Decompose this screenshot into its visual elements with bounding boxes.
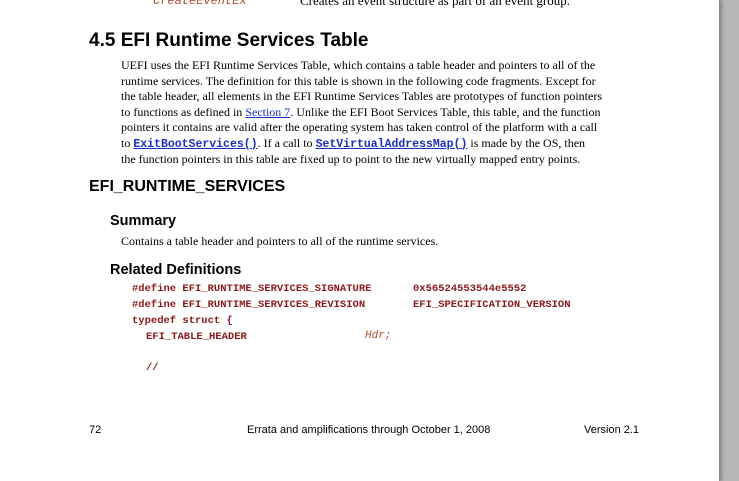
exit-boot-services-link[interactable]: ExitBootServices() bbox=[133, 138, 257, 151]
section-paragraph: UEFI uses the EFI Runtime Services Table… bbox=[121, 58, 641, 168]
code-comment: // bbox=[146, 362, 159, 374]
code-field-type: EFI_TABLE_HEADER bbox=[146, 331, 247, 343]
paragraph-text: is made by the OS, then bbox=[467, 135, 586, 150]
paragraph-text: to functions as defined in bbox=[121, 104, 246, 119]
paragraph-line: to ExitBootServices(). If a call to SetV… bbox=[121, 136, 641, 153]
api-heading: EFI_RUNTIME_SERVICES bbox=[89, 178, 286, 195]
footer-version: Version 2.1 bbox=[584, 424, 640, 436]
paragraph-line: to functions as defined in Section 7. Un… bbox=[121, 105, 641, 121]
section-heading: 4.5 EFI Runtime Services Table bbox=[89, 30, 369, 51]
code-revision-value: EFI_SPECIFICATION_VERSION bbox=[413, 299, 571, 311]
paragraph-text: to bbox=[121, 135, 134, 150]
table-cell-description: Creates an event structure as part of an… bbox=[300, 0, 571, 8]
paragraph-line: pointers it contains are valid after the… bbox=[121, 120, 598, 134]
page-number: 72 bbox=[89, 424, 102, 436]
code-define-signature: #define EFI_RUNTIME_SERVICES_SIGNATURE bbox=[132, 283, 372, 295]
paragraph-line: the table header, all elements in the EF… bbox=[121, 89, 602, 103]
code-signature-value: 0x56524553544e5552 bbox=[413, 283, 527, 295]
footer-center-text: Errata and amplifications through Octobe… bbox=[247, 424, 491, 436]
paragraph-text: . Unlike the EFI Boot Services Table, th… bbox=[290, 104, 601, 119]
summary-text: Contains a table header and pointers to … bbox=[121, 234, 439, 248]
related-definitions-heading: Related Definitions bbox=[110, 262, 242, 278]
paragraph-line: UEFI uses the EFI Runtime Services Table… bbox=[121, 58, 596, 72]
paragraph-text: . If a call to bbox=[257, 135, 316, 150]
paragraph-line: runtime services. The definition for thi… bbox=[121, 73, 596, 88]
section-7-link[interactable]: Section 7 bbox=[245, 105, 290, 119]
paragraph-line: the function pointers in this table are … bbox=[121, 152, 581, 166]
code-typedef: typedef struct { bbox=[132, 315, 233, 327]
table-cell-function-name: CreateEventEx bbox=[153, 0, 247, 8]
summary-heading: Summary bbox=[110, 213, 177, 229]
document-page: CreateEventEx Creates an event structure… bbox=[0, 0, 720, 481]
set-virtual-address-map-link[interactable]: SetVirtualAddressMap() bbox=[316, 138, 468, 151]
code-field-name: Hdr; bbox=[365, 330, 392, 342]
code-define-revision: #define EFI_RUNTIME_SERVICES_REVISION bbox=[132, 299, 366, 311]
